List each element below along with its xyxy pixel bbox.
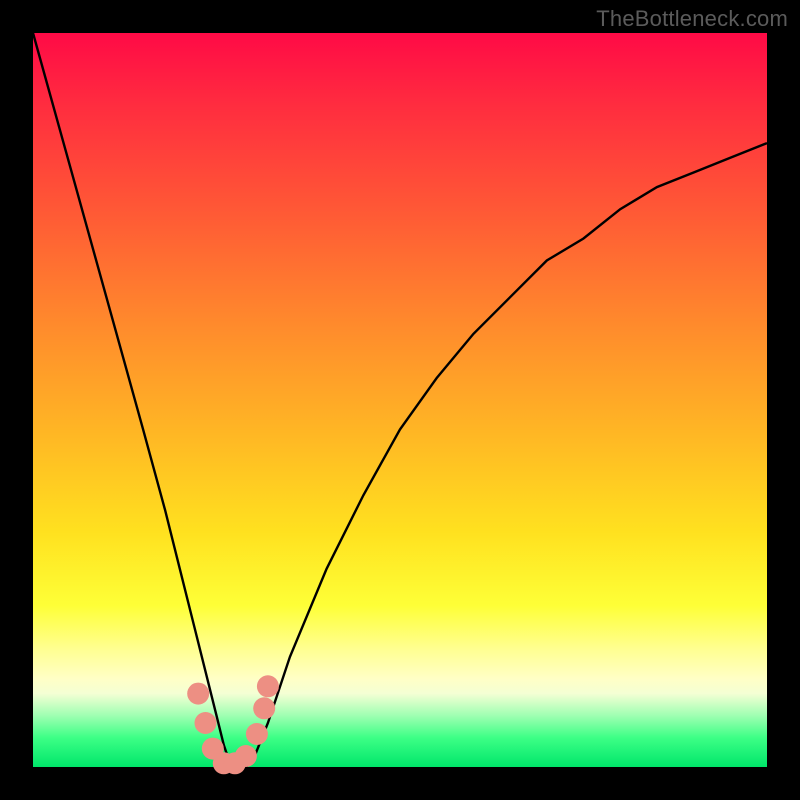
chart-frame: TheBottleneck.com	[0, 0, 800, 800]
curve-marker	[257, 675, 279, 697]
curve-marker	[195, 712, 217, 734]
bottleneck-curve	[33, 33, 767, 767]
chart-svg	[33, 33, 767, 767]
watermark-text: TheBottleneck.com	[596, 6, 788, 32]
curve-marker	[187, 683, 209, 705]
curve-marker	[253, 697, 275, 719]
chart-plot-area	[33, 33, 767, 767]
curve-marker	[246, 723, 268, 745]
curve-marker	[235, 745, 257, 767]
curve-markers	[187, 675, 279, 774]
